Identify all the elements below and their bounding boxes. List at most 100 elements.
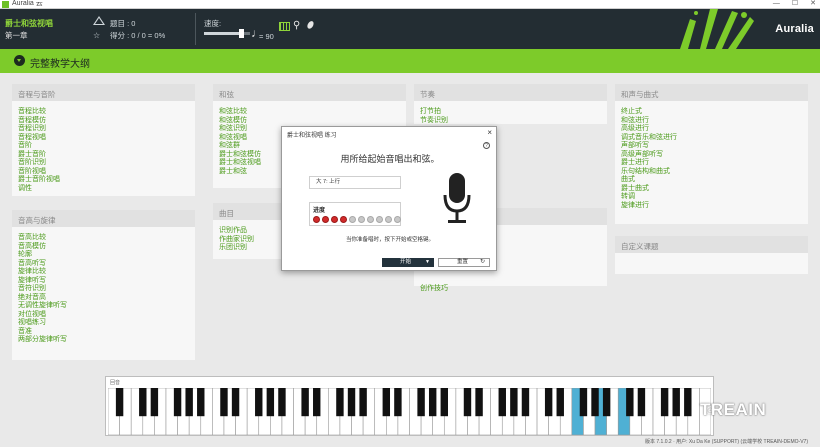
black-key[interactable] (115, 388, 124, 417)
black-key[interactable] (185, 388, 193, 417)
black-key[interactable] (440, 388, 448, 417)
maximize-icon[interactable]: ☐ (792, 0, 798, 8)
topic-item[interactable]: 爵士曲式 (621, 185, 802, 194)
topic-item[interactable]: 高级声部听写 (621, 151, 802, 160)
topic-item[interactable]: 无调性旋律听写 (18, 302, 189, 311)
speed-slider[interactable] (204, 29, 250, 38)
black-key[interactable] (266, 388, 275, 417)
black-key[interactable] (301, 388, 309, 417)
black-key[interactable] (313, 388, 321, 417)
black-key[interactable] (139, 388, 147, 417)
topic-item[interactable]: 两部分旋律听写 (18, 336, 189, 345)
speed-slider-thumb[interactable] (238, 29, 244, 38)
microphone-input-icon[interactable]: ⬮ (305, 19, 316, 32)
black-key[interactable] (347, 388, 356, 417)
topic-item[interactable]: 绝对音高 (18, 294, 189, 303)
piano-keyboard[interactable] (108, 388, 711, 435)
topic-item[interactable]: 轮廓 (18, 251, 189, 260)
topic-item[interactable]: 旋律比较 (18, 268, 189, 277)
black-key[interactable] (498, 388, 506, 417)
topic-item[interactable]: 音准 (18, 328, 189, 337)
piano-input-icon[interactable] (279, 22, 290, 31)
black-key[interactable] (278, 388, 286, 417)
black-key[interactable] (660, 388, 669, 417)
black-key[interactable] (220, 388, 228, 417)
black-key[interactable] (475, 388, 483, 417)
black-key[interactable] (197, 388, 205, 417)
topic-item[interactable]: 创作技巧 (420, 285, 601, 294)
black-key[interactable] (382, 388, 391, 417)
black-key[interactable] (672, 388, 680, 417)
topic-item[interactable]: 终止式 (621, 108, 802, 117)
black-key[interactable] (394, 388, 402, 417)
panel-title: 自定义课题 (615, 236, 808, 253)
close-window-icon[interactable]: ✕ (810, 0, 816, 8)
topic-item[interactable]: 音阶视唱 (18, 168, 189, 177)
black-key[interactable] (359, 388, 367, 417)
start-button[interactable]: 开始 ▼ (382, 258, 434, 267)
black-key[interactable] (637, 388, 646, 417)
topic-item[interactable]: 声部听写 (621, 142, 802, 151)
topic-item[interactable]: 音程模仿 (18, 117, 189, 126)
piano-label: 回音 (110, 380, 121, 386)
topic-list: 打节拍 节奏识别 (414, 101, 607, 125)
topic-item[interactable]: 爵士音阶视唱 (18, 176, 189, 185)
topic-item[interactable]: 音高比较 (18, 234, 189, 243)
black-key[interactable] (521, 388, 530, 417)
black-key[interactable] (231, 388, 240, 417)
black-key[interactable] (417, 388, 425, 417)
topic-item[interactable]: 旋律进行 (621, 202, 802, 211)
topic-item[interactable]: 旋律听写 (18, 277, 189, 286)
black-key[interactable] (336, 388, 344, 417)
black-key[interactable] (556, 388, 564, 417)
topic-item[interactable]: 音阶识别 (18, 159, 189, 168)
topic-item[interactable]: 调性 (18, 185, 189, 194)
topic-panel-pitch: 音高与旋律 音高比较 音高模仿 轮廓 音高听写 旋律比较 旋律听写 音符识别 绝对音高 无调性旋… (12, 210, 195, 360)
question-count: 题目 : 0 (110, 19, 136, 28)
topic-item[interactable]: 爵士音阶 (18, 151, 189, 160)
topic-item[interactable]: 调式音乐和弦进行 (621, 134, 802, 143)
minimize-icon[interactable]: — (773, 0, 780, 8)
topic-item[interactable]: 音高听写 (18, 260, 189, 269)
topic-item[interactable]: 视唱练习 (18, 319, 189, 328)
black-key[interactable] (579, 388, 588, 417)
topic-item[interactable]: 音阶 (18, 142, 189, 151)
topic-panel-rhythm: 节奏 打节拍 节奏识别 (414, 84, 607, 124)
warning-icon[interactable] (93, 16, 105, 25)
topic-item[interactable]: 音符识别 (18, 285, 189, 294)
topic-item[interactable]: 音程视唱 (18, 134, 189, 143)
replay-button[interactable]: 重置 ↻ (438, 258, 490, 267)
black-key[interactable] (591, 388, 599, 417)
topic-item[interactable]: 打节拍 (420, 108, 601, 117)
topic-item[interactable]: 和弦模仿 (219, 117, 400, 126)
topic-item[interactable]: 爵士进行 (621, 159, 802, 168)
close-icon[interactable]: × (487, 128, 492, 137)
topic-item[interactable]: 节奏识别 (420, 117, 601, 126)
syllabus-bar[interactable]: 完整教学大纲 (0, 49, 820, 73)
black-key[interactable] (626, 388, 634, 417)
topic-item[interactable]: 音程识别 (18, 125, 189, 134)
black-key[interactable] (428, 388, 437, 417)
guitar-input-icon[interactable]: ⚲ (293, 20, 300, 31)
topic-item[interactable]: 乐句结构和曲式 (621, 168, 802, 177)
topic-item[interactable]: 高级进行 (621, 125, 802, 134)
topic-item[interactable]: 和弦比较 (219, 108, 400, 117)
topic-item[interactable]: 音高模仿 (18, 243, 189, 252)
chevron-down-icon[interactable]: ▼ (425, 258, 430, 267)
black-key[interactable] (150, 388, 159, 417)
black-key[interactable] (510, 388, 518, 417)
black-key[interactable] (173, 388, 182, 417)
topic-item[interactable]: 音程比较 (18, 108, 189, 117)
black-key[interactable] (463, 388, 472, 417)
topic-item[interactable]: 对位视唱 (18, 311, 189, 320)
collapse-chevron-icon[interactable] (14, 55, 25, 66)
black-key[interactable] (544, 388, 553, 417)
black-key[interactable] (602, 388, 611, 417)
black-key[interactable] (684, 388, 692, 417)
black-key[interactable] (255, 388, 263, 417)
topic-item[interactable]: 曲式 (621, 176, 802, 185)
help-icon[interactable]: ? (483, 142, 490, 149)
topic-list: 音程比较 音程模仿 音程识别 音程视唱 音阶 爵士音阶 音阶识别 音阶视唱 爵士音阶视唱 调性 (12, 101, 195, 193)
topic-item[interactable]: 转调 (621, 193, 802, 202)
topic-item[interactable]: 和弦进行 (621, 117, 802, 126)
